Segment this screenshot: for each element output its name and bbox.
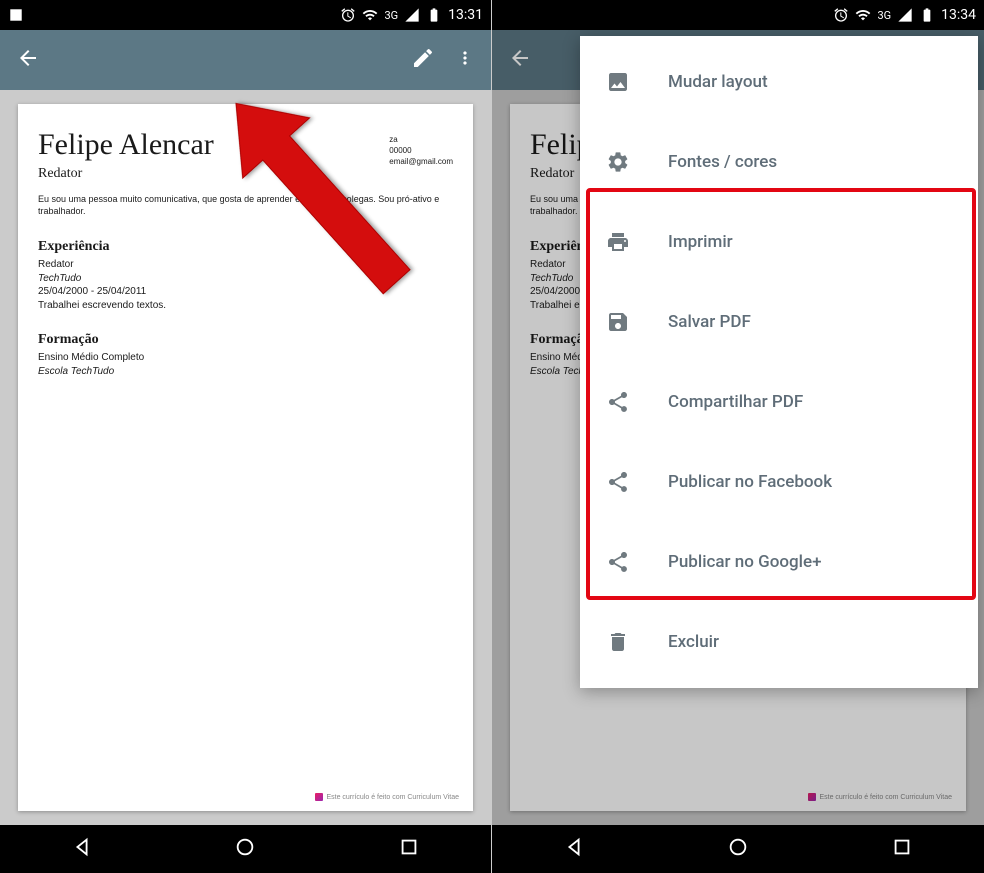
status-time: 13:31 bbox=[448, 7, 483, 23]
back-button[interactable] bbox=[16, 46, 40, 74]
options-menu: Mudar layout Fontes / cores Imprimir Sal… bbox=[580, 36, 978, 688]
battery-icon bbox=[426, 7, 442, 23]
gear-icon bbox=[604, 148, 632, 176]
app-bar bbox=[0, 30, 491, 90]
network-label: 3G bbox=[384, 9, 398, 22]
resume-summary: Eu sou uma pessoa muito comunicativa, qu… bbox=[38, 194, 453, 217]
resume-role: Redator bbox=[38, 166, 453, 182]
print-icon bbox=[604, 228, 632, 256]
status-bar: 3G 13:34 bbox=[492, 0, 984, 30]
menu-item-label: Mudar layout bbox=[668, 72, 768, 92]
battery-icon bbox=[919, 7, 935, 23]
content-area: za 00000 email@gmail.com Felipe Alencar … bbox=[0, 90, 491, 825]
resume-preview[interactable]: za 00000 email@gmail.com Felipe Alencar … bbox=[18, 104, 473, 811]
menu-item-label: Fontes / cores bbox=[668, 152, 777, 172]
edit-button[interactable] bbox=[411, 46, 435, 74]
menu-item-publish-facebook[interactable]: Publicar no Facebook bbox=[580, 442, 978, 522]
nav-recent-button[interactable] bbox=[891, 836, 913, 862]
menu-item-publish-googleplus[interactable]: Publicar no Google+ bbox=[580, 522, 978, 602]
alarm-icon bbox=[833, 7, 849, 23]
status-time: 13:34 bbox=[941, 7, 976, 23]
alarm-icon bbox=[340, 7, 356, 23]
status-bar: 3G 13:31 bbox=[0, 0, 491, 30]
menu-item-label: Publicar no Google+ bbox=[668, 552, 822, 572]
menu-item-print[interactable]: Imprimir bbox=[580, 202, 978, 282]
nav-recent-button[interactable] bbox=[398, 836, 420, 862]
nav-home-button[interactable] bbox=[234, 836, 256, 862]
nav-back-button[interactable] bbox=[71, 836, 93, 862]
menu-item-label: Imprimir bbox=[668, 232, 733, 252]
resume-contact: za 00000 email@gmail.com bbox=[389, 134, 453, 168]
education-body: Ensino Médio Completo Escola TechTudo bbox=[38, 351, 453, 378]
nav-back-button[interactable] bbox=[563, 836, 585, 862]
experience-title: Experiência bbox=[38, 239, 453, 255]
phone-right: 3G 13:34 Felipe Alencar Redator Eu sou u… bbox=[492, 0, 984, 873]
wifi-icon bbox=[855, 7, 871, 23]
save-icon bbox=[604, 308, 632, 336]
nav-bar bbox=[492, 825, 984, 873]
phone-left: 3G 13:31 za 00000 email@gmail.com bbox=[0, 0, 492, 873]
share-icon bbox=[604, 468, 632, 496]
image-icon bbox=[604, 68, 632, 96]
signal-icon bbox=[897, 7, 913, 23]
resume-footer: Este currículo é feito com Curriculum Vi… bbox=[315, 793, 459, 801]
more-options-button[interactable] bbox=[455, 48, 475, 72]
experience-body: Redator TechTudo 25/04/2000 - 25/04/2011… bbox=[38, 258, 453, 312]
nav-home-button[interactable] bbox=[727, 836, 749, 862]
nav-bar bbox=[0, 825, 491, 873]
wifi-icon bbox=[362, 7, 378, 23]
education-title: Formação bbox=[38, 332, 453, 348]
menu-item-save-pdf[interactable]: Salvar PDF bbox=[580, 282, 978, 362]
menu-item-label: Salvar PDF bbox=[668, 312, 751, 332]
network-label: 3G bbox=[877, 9, 891, 22]
menu-item-delete[interactable]: Excluir bbox=[580, 602, 978, 682]
trash-icon bbox=[604, 628, 632, 656]
menu-item-label: Compartilhar PDF bbox=[668, 392, 803, 412]
notification-icon bbox=[8, 7, 24, 23]
menu-item-share-pdf[interactable]: Compartilhar PDF bbox=[580, 362, 978, 442]
menu-item-change-layout[interactable]: Mudar layout bbox=[580, 42, 978, 122]
share-icon bbox=[604, 548, 632, 576]
share-icon bbox=[604, 388, 632, 416]
menu-item-label: Publicar no Facebook bbox=[668, 472, 832, 492]
menu-item-fonts-colors[interactable]: Fontes / cores bbox=[580, 122, 978, 202]
menu-item-label: Excluir bbox=[668, 632, 719, 652]
signal-icon bbox=[404, 7, 420, 23]
